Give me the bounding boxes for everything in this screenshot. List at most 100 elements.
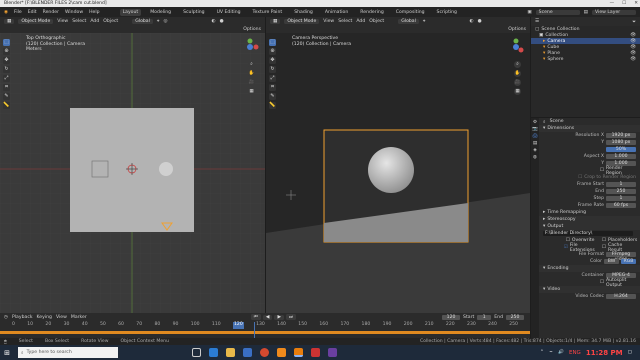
clock[interactable]: 11:28 PM xyxy=(586,349,623,357)
scene-props-icon[interactable]: ◈ xyxy=(533,148,537,153)
output-panel-header[interactable]: ▾ Output xyxy=(539,223,640,230)
camera-view-icon[interactable]: 🎥 xyxy=(514,79,521,86)
resolution-x-field[interactable]: 1920 px xyxy=(606,133,636,138)
select-box-tool-icon[interactable]: ⬚ xyxy=(269,39,276,46)
tool-settings-icon[interactable]: ⚙ xyxy=(533,120,537,125)
blender-logo-icon[interactable]: ◉ xyxy=(4,10,8,15)
visibility-eye-icon[interactable]: 👁 xyxy=(630,45,636,50)
tab-layout[interactable]: Layout xyxy=(119,8,142,16)
shading-solid-icon[interactable]: ● xyxy=(478,19,482,24)
rotate-tool-icon[interactable]: ↻ xyxy=(3,66,10,73)
video-codec-dropdown[interactable]: H.264 xyxy=(606,294,636,299)
ortho-toggle-icon[interactable]: ▦ xyxy=(248,88,255,95)
snap-icon[interactable]: ⌖ xyxy=(423,18,426,24)
pan-icon[interactable]: ✋ xyxy=(514,70,521,77)
outliner-item-sphere[interactable]: ▾ Sphere 👁 xyxy=(531,56,640,62)
left-options-button[interactable]: Options xyxy=(243,27,261,32)
cursor-tool-icon[interactable]: ⊕ xyxy=(269,48,276,55)
menu-file[interactable]: File xyxy=(14,10,22,15)
color-bw-toggle[interactable]: BW xyxy=(604,259,619,264)
menu-keying[interactable]: Keying xyxy=(37,315,52,320)
rotate-tool-icon[interactable]: ↻ xyxy=(269,66,276,73)
editor-type-icon[interactable]: ▦ xyxy=(4,18,15,24)
right-options-button[interactable]: Options xyxy=(508,27,526,32)
tab-texture-paint[interactable]: Texture Paint xyxy=(250,9,286,16)
visibility-eye-icon[interactable]: 👁 xyxy=(630,51,636,56)
left-menu-view[interactable]: View xyxy=(57,19,68,24)
measure-tool-icon[interactable]: 📏 xyxy=(3,102,10,109)
render-props-icon[interactable]: 📷 xyxy=(532,127,538,132)
left-menu-object[interactable]: Object xyxy=(103,19,118,24)
visibility-eye-icon[interactable]: 👁 xyxy=(630,39,636,44)
play-reverse-icon[interactable]: ◀ xyxy=(262,314,273,320)
overlay-icon[interactable]: ◐ xyxy=(469,19,473,24)
world-props-icon[interactable]: ◍ xyxy=(533,155,537,160)
tab-uv-editing[interactable]: UV Editing xyxy=(214,9,244,16)
right-menu-select[interactable]: Select xyxy=(338,19,352,24)
right-3d-viewport[interactable]: Camera Perspective (120) Collection | Ca… xyxy=(266,33,530,338)
right-transform-orientation[interactable]: Global xyxy=(398,18,419,24)
notifications-icon[interactable]: ▢ xyxy=(628,350,632,355)
frame-end-field[interactable]: 250 xyxy=(606,189,636,194)
current-frame-field[interactable]: 120 xyxy=(442,314,461,320)
file-extensions-checkbox[interactable]: ☑ xyxy=(564,245,568,250)
play-icon[interactable]: ▶ xyxy=(274,314,284,320)
visibility-eye-icon[interactable]: 👁 xyxy=(630,33,636,38)
shading-solid-icon[interactable]: ● xyxy=(220,19,224,24)
visibility-eye-icon[interactable]: 👁 xyxy=(630,57,636,62)
search-icon[interactable]: ⌕ xyxy=(543,119,546,125)
edge-browser-icon[interactable] xyxy=(209,348,218,357)
zoom-icon[interactable]: ⌕ xyxy=(514,61,521,68)
left-menu-add[interactable]: Add xyxy=(90,19,99,24)
right-menu-object[interactable]: Object xyxy=(369,19,384,24)
menu-help[interactable]: Help xyxy=(89,10,99,15)
scene-selector[interactable]: Scene xyxy=(535,9,580,15)
transform-tool-icon[interactable]: ⌗ xyxy=(269,84,276,91)
frame-rate-dropdown[interactable]: 60 fps xyxy=(606,203,636,208)
move-tool-icon[interactable]: ✥ xyxy=(269,57,276,64)
cache-result-checkbox[interactable]: ☐ xyxy=(602,245,606,250)
left-navigation-gizmo[interactable] xyxy=(240,37,260,57)
tab-rendering[interactable]: Rendering xyxy=(357,9,386,16)
jump-end-icon[interactable]: ⏭ xyxy=(285,314,297,320)
close-button[interactable]: ✕ xyxy=(634,0,638,7)
timeline-editor-icon[interactable]: ◷ xyxy=(4,315,8,320)
volume-icon[interactable]: 🔊 xyxy=(558,350,564,355)
outliner-filter-icon[interactable]: ⏷ xyxy=(632,19,636,25)
maximize-button[interactable]: ☐ xyxy=(622,0,626,7)
snap-icon[interactable]: ⌖ xyxy=(157,18,160,24)
app-icon[interactable] xyxy=(311,348,320,357)
minimize-button[interactable]: — xyxy=(610,0,615,7)
tab-shading[interactable]: Shading xyxy=(291,9,316,16)
frame-step-field[interactable]: 1 xyxy=(606,196,636,201)
menu-view[interactable]: View xyxy=(56,315,67,320)
timeline-ruler[interactable]: 0 10 20 30 40 50 60 70 80 90 100 110 120… xyxy=(0,322,530,329)
right-menu-add[interactable]: Add xyxy=(356,19,365,24)
time-remapping-header[interactable]: ▸ Time Remapping xyxy=(539,209,640,216)
language-indicator[interactable]: ENG xyxy=(569,350,581,356)
color-rgb-toggle[interactable]: RGB xyxy=(621,259,636,264)
end-frame-field[interactable]: 250 xyxy=(506,314,524,320)
measure-tool-icon[interactable]: 📏 xyxy=(269,102,276,109)
crop-region-checkbox[interactable]: ☐ xyxy=(578,175,582,180)
menu-edit[interactable]: Edit xyxy=(28,10,37,15)
tab-sculpting[interactable]: Sculpting xyxy=(180,9,207,16)
vlc-icon[interactable] xyxy=(277,348,286,357)
cursor-tool-icon[interactable]: ⊕ xyxy=(3,48,10,55)
stereoscopy-header[interactable]: ▸ Stereoscopy xyxy=(539,216,640,223)
left-mode-selector[interactable]: Object Mode xyxy=(18,18,54,24)
resolution-y-field[interactable]: 1080 px xyxy=(606,140,636,145)
camera-view-icon[interactable]: 🎥 xyxy=(248,79,255,86)
left-menu-select[interactable]: Select xyxy=(72,19,86,24)
start-frame-field[interactable]: 1 xyxy=(477,314,492,320)
jump-start-icon[interactable]: ⏮ xyxy=(250,314,261,320)
view-layer-selector[interactable]: View Layer xyxy=(592,9,636,15)
tab-modeling[interactable]: Modeling xyxy=(147,9,174,16)
menu-window[interactable]: Window xyxy=(65,10,83,15)
frame-start-field[interactable]: 1 xyxy=(606,182,636,187)
output-path-field[interactable]: F:\Blender Directory\ xyxy=(543,231,633,236)
scale-tool-icon[interactable]: ⤢ xyxy=(3,75,10,82)
move-tool-icon[interactable]: ✥ xyxy=(3,57,10,64)
aspect-x-field[interactable]: 1.000 xyxy=(606,154,636,159)
left-3d-viewport[interactable]: Top Orthographic (120) Collection | Came… xyxy=(0,33,265,338)
